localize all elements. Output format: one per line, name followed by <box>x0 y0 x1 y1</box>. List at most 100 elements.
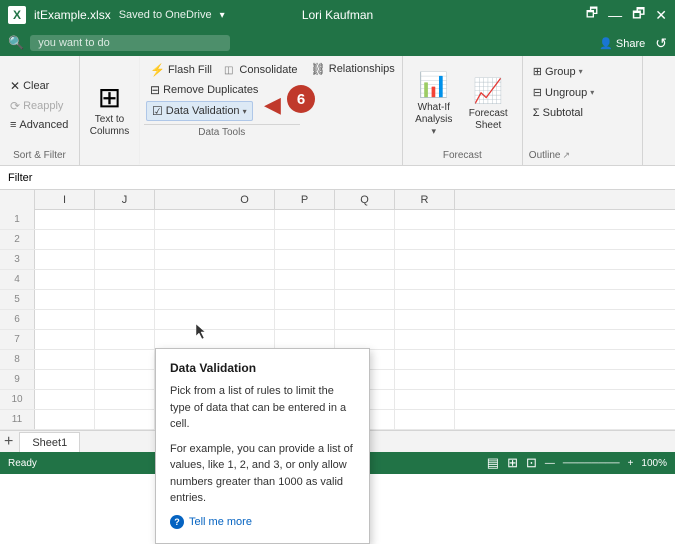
cell[interactable] <box>335 310 395 329</box>
cell[interactable] <box>395 410 455 429</box>
cell[interactable] <box>215 290 275 309</box>
cell[interactable] <box>95 230 155 249</box>
consolidate-text[interactable]: Consolidate <box>239 64 297 76</box>
reapply-button[interactable]: ⟳ Reapply <box>6 97 73 115</box>
what-if-analysis-button[interactable]: 📊 What-IfAnalysis ▾ <box>409 60 459 148</box>
cell[interactable] <box>335 270 395 289</box>
cell[interactable] <box>95 410 155 429</box>
undo-icon[interactable]: ↺ <box>655 35 667 52</box>
cell[interactable] <box>275 330 335 349</box>
cell[interactable] <box>335 290 395 309</box>
cell[interactable] <box>95 370 155 389</box>
ungroup-button[interactable]: ⊟ Ungroup ▾ <box>529 84 598 101</box>
cell[interactable] <box>35 390 95 409</box>
cell[interactable] <box>95 290 155 309</box>
clear-button[interactable]: ✕ Clear <box>6 77 73 95</box>
username: Lori Kaufman <box>302 8 373 22</box>
advanced-button[interactable]: ≡ Advanced <box>6 117 73 133</box>
zoom-plus-button[interactable]: + <box>628 458 634 469</box>
search-input[interactable] <box>38 37 198 49</box>
cell[interactable] <box>275 250 335 269</box>
cell[interactable] <box>35 330 95 349</box>
cell[interactable] <box>35 250 95 269</box>
cell[interactable] <box>35 370 95 389</box>
cell[interactable] <box>395 230 455 249</box>
cell[interactable] <box>395 210 455 229</box>
cell[interactable] <box>395 250 455 269</box>
status-right: ▤ ⊞ ⊡ — ──────── + 100% <box>487 455 667 471</box>
cell[interactable] <box>215 330 275 349</box>
layout-page-icon[interactable]: ⊞ <box>507 455 518 471</box>
row-number: 2 <box>0 230 35 249</box>
zoom-slider[interactable]: ──────── <box>563 458 620 469</box>
cell[interactable] <box>395 350 455 369</box>
filter-bar: Filter <box>0 166 675 190</box>
cell[interactable] <box>35 310 95 329</box>
text-to-columns-button[interactable]: ⊞ Text to Columns <box>80 56 140 165</box>
cell[interactable] <box>215 250 275 269</box>
share-icon[interactable]: 👤 Share <box>599 37 645 50</box>
zoom-minus-button[interactable]: — <box>545 458 555 469</box>
cell[interactable] <box>395 390 455 409</box>
add-sheet-icon[interactable]: + <box>4 433 13 451</box>
text-to-cols-icon: ⊞ <box>98 84 121 112</box>
group-button[interactable]: ⊞ Group ▾ <box>529 63 587 80</box>
cell[interactable] <box>95 250 155 269</box>
remove-dup-icon: ⊟ <box>150 83 160 97</box>
cell[interactable] <box>275 310 335 329</box>
cell[interactable] <box>395 270 455 289</box>
outline-expand-icon[interactable]: ↗ <box>562 150 570 161</box>
cell[interactable] <box>275 290 335 309</box>
group-label: Group <box>545 66 576 78</box>
cell[interactable] <box>395 330 455 349</box>
tell-me-more-link[interactable]: ? Tell me more <box>170 515 355 529</box>
cell[interactable] <box>275 230 335 249</box>
layout-custom-icon[interactable]: ⊡ <box>526 455 537 471</box>
cell[interactable] <box>35 350 95 369</box>
forecast-sheet-button[interactable]: 📈 ForecastSheet <box>463 60 514 148</box>
cell[interactable] <box>35 210 95 229</box>
cell[interactable] <box>95 390 155 409</box>
cell[interactable] <box>395 310 455 329</box>
row-number: 3 <box>0 250 35 269</box>
cell[interactable] <box>275 270 335 289</box>
close-btn[interactable]: ✕ <box>655 7 667 24</box>
title-bar-center: Lori Kaufman <box>302 8 373 22</box>
sheet-tab[interactable]: Sheet1 <box>19 432 80 452</box>
cell[interactable] <box>95 350 155 369</box>
cell[interactable] <box>95 270 155 289</box>
cell[interactable] <box>215 230 275 249</box>
subtotal-button[interactable]: Σ Subtotal <box>529 105 587 121</box>
cell[interactable] <box>95 310 155 329</box>
dropdown-icon[interactable]: ▾ <box>220 10 225 21</box>
cell[interactable] <box>35 230 95 249</box>
restore-btn[interactable]: 🗗 <box>632 3 645 27</box>
cell[interactable] <box>335 210 395 229</box>
cell[interactable] <box>215 270 275 289</box>
flash-fill-button[interactable]: ⚡ Flash Fill <box>146 61 216 79</box>
cell[interactable] <box>95 210 155 229</box>
minimize-btn[interactable]: — <box>608 7 622 23</box>
cell[interactable] <box>275 210 335 229</box>
cell[interactable] <box>35 290 95 309</box>
cell[interactable] <box>395 370 455 389</box>
table-row: 4 <box>0 270 675 290</box>
status-left: Ready <box>8 458 37 469</box>
cell[interactable] <box>215 210 275 229</box>
table-row: 2 <box>0 230 675 250</box>
cell[interactable] <box>335 250 395 269</box>
layout-normal-icon[interactable]: ▤ <box>487 455 499 471</box>
relationships-button[interactable]: ⛓ Relationships <box>307 60 399 78</box>
remove-duplicates-button[interactable]: ⊟ Remove Duplicates <box>146 81 262 99</box>
data-validation-button[interactable]: ☑ Data Validation ▾ <box>146 101 253 121</box>
cell[interactable] <box>35 410 95 429</box>
cell[interactable] <box>95 330 155 349</box>
restore-icon[interactable]: 🗗 <box>586 4 598 26</box>
cell[interactable] <box>335 230 395 249</box>
search-input-wrap[interactable] <box>30 35 230 51</box>
help-icon: ? <box>170 515 184 529</box>
cell[interactable] <box>215 310 275 329</box>
cell[interactable] <box>395 290 455 309</box>
cell[interactable] <box>335 330 395 349</box>
cell[interactable] <box>35 270 95 289</box>
